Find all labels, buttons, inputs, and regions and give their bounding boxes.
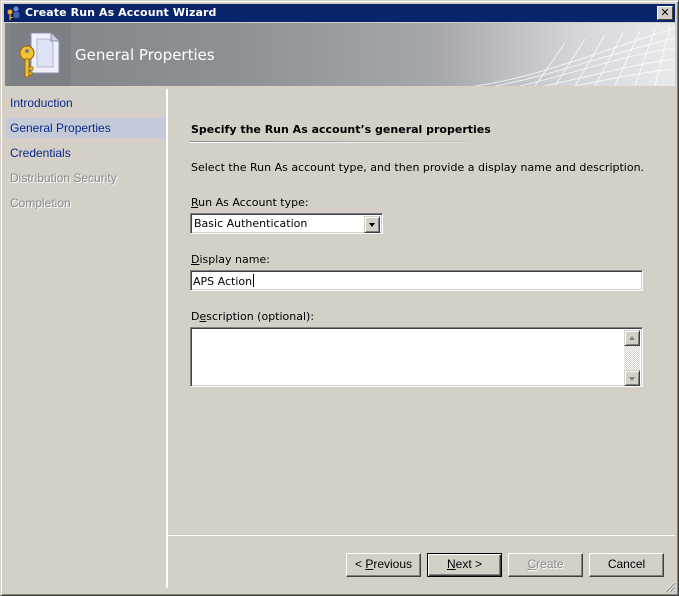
heading-rule-highlight [190, 142, 500, 143]
display-name-label-text: isplay name: [199, 253, 270, 266]
previous-prefix: < [354, 557, 366, 571]
description-scrollbar[interactable] [624, 330, 640, 386]
close-button[interactable]: ✕ [657, 6, 673, 20]
nav-item-credentials[interactable]: Credentials [5, 143, 166, 163]
key-document-icon [19, 32, 60, 78]
banner-icon-area [11, 23, 71, 86]
display-name-label: Display name: [191, 253, 270, 266]
scroll-down-button[interactable] [624, 370, 640, 386]
next-button[interactable]: Next > [427, 553, 502, 577]
account-type-label-text: un As Account type: [198, 196, 309, 209]
section-heading: Specify the Run As account’s general pro… [191, 123, 491, 136]
nav-item-general-properties[interactable]: General Properties [5, 118, 166, 138]
instructions-text: Select the Run As account type, and then… [191, 161, 645, 174]
display-name-value: APS Action [193, 275, 253, 288]
account-type-select[interactable]: Basic Authentication [190, 213, 383, 234]
previous-button[interactable]: < Previous [346, 553, 421, 577]
wizard-steps-nav: Introduction General Properties Credenti… [5, 89, 166, 588]
display-name-value-wrap: APS Action [193, 274, 255, 288]
chevron-up-icon [629, 336, 635, 340]
text-caret [253, 274, 255, 287]
display-name-input[interactable]: APS Action [190, 270, 643, 291]
description-label-text: scription (optional): [206, 310, 315, 323]
create-label: reate [536, 557, 564, 571]
next-mnemonic: N [446, 557, 456, 571]
scroll-up-button[interactable] [624, 330, 640, 346]
key-users-icon [6, 5, 22, 21]
banner-mesh-decoration [474, 26, 675, 86]
footer-separator [168, 535, 675, 536]
description-textarea[interactable] [190, 327, 643, 387]
wizard-window: Create Run As Account Wizard ✕ General P… [0, 0, 679, 596]
nav-item-distribution-security: Distribution Security [10, 171, 117, 185]
create-mnemonic: C [527, 557, 537, 571]
chevron-down-icon [369, 223, 375, 227]
close-icon: ✕ [660, 6, 670, 19]
banner-title: General Properties [75, 46, 215, 64]
next-label: ext > [455, 557, 483, 571]
account-type-value: Basic Authentication [194, 217, 308, 230]
previous-label: revious [373, 557, 413, 571]
cancel-button[interactable]: Cancel [589, 553, 664, 577]
title-bar[interactable]: Create Run As Account Wizard ✕ [4, 4, 675, 22]
content-pane: Specify the Run As account’s general pro… [168, 89, 675, 534]
nav-item-introduction[interactable]: Introduction [5, 93, 166, 113]
resize-grip-icon[interactable] [664, 581, 676, 593]
wizard-banner: General Properties [5, 23, 675, 86]
nav-item-completion: Completion [10, 196, 71, 210]
account-type-dropdown-button[interactable] [364, 216, 380, 233]
description-label: Description (optional): [191, 310, 314, 323]
create-button: Create [508, 553, 583, 577]
chevron-down-icon [629, 377, 635, 381]
window-title: Create Run As Account Wizard [25, 6, 217, 19]
account-type-label: Run As Account type: [191, 196, 309, 209]
